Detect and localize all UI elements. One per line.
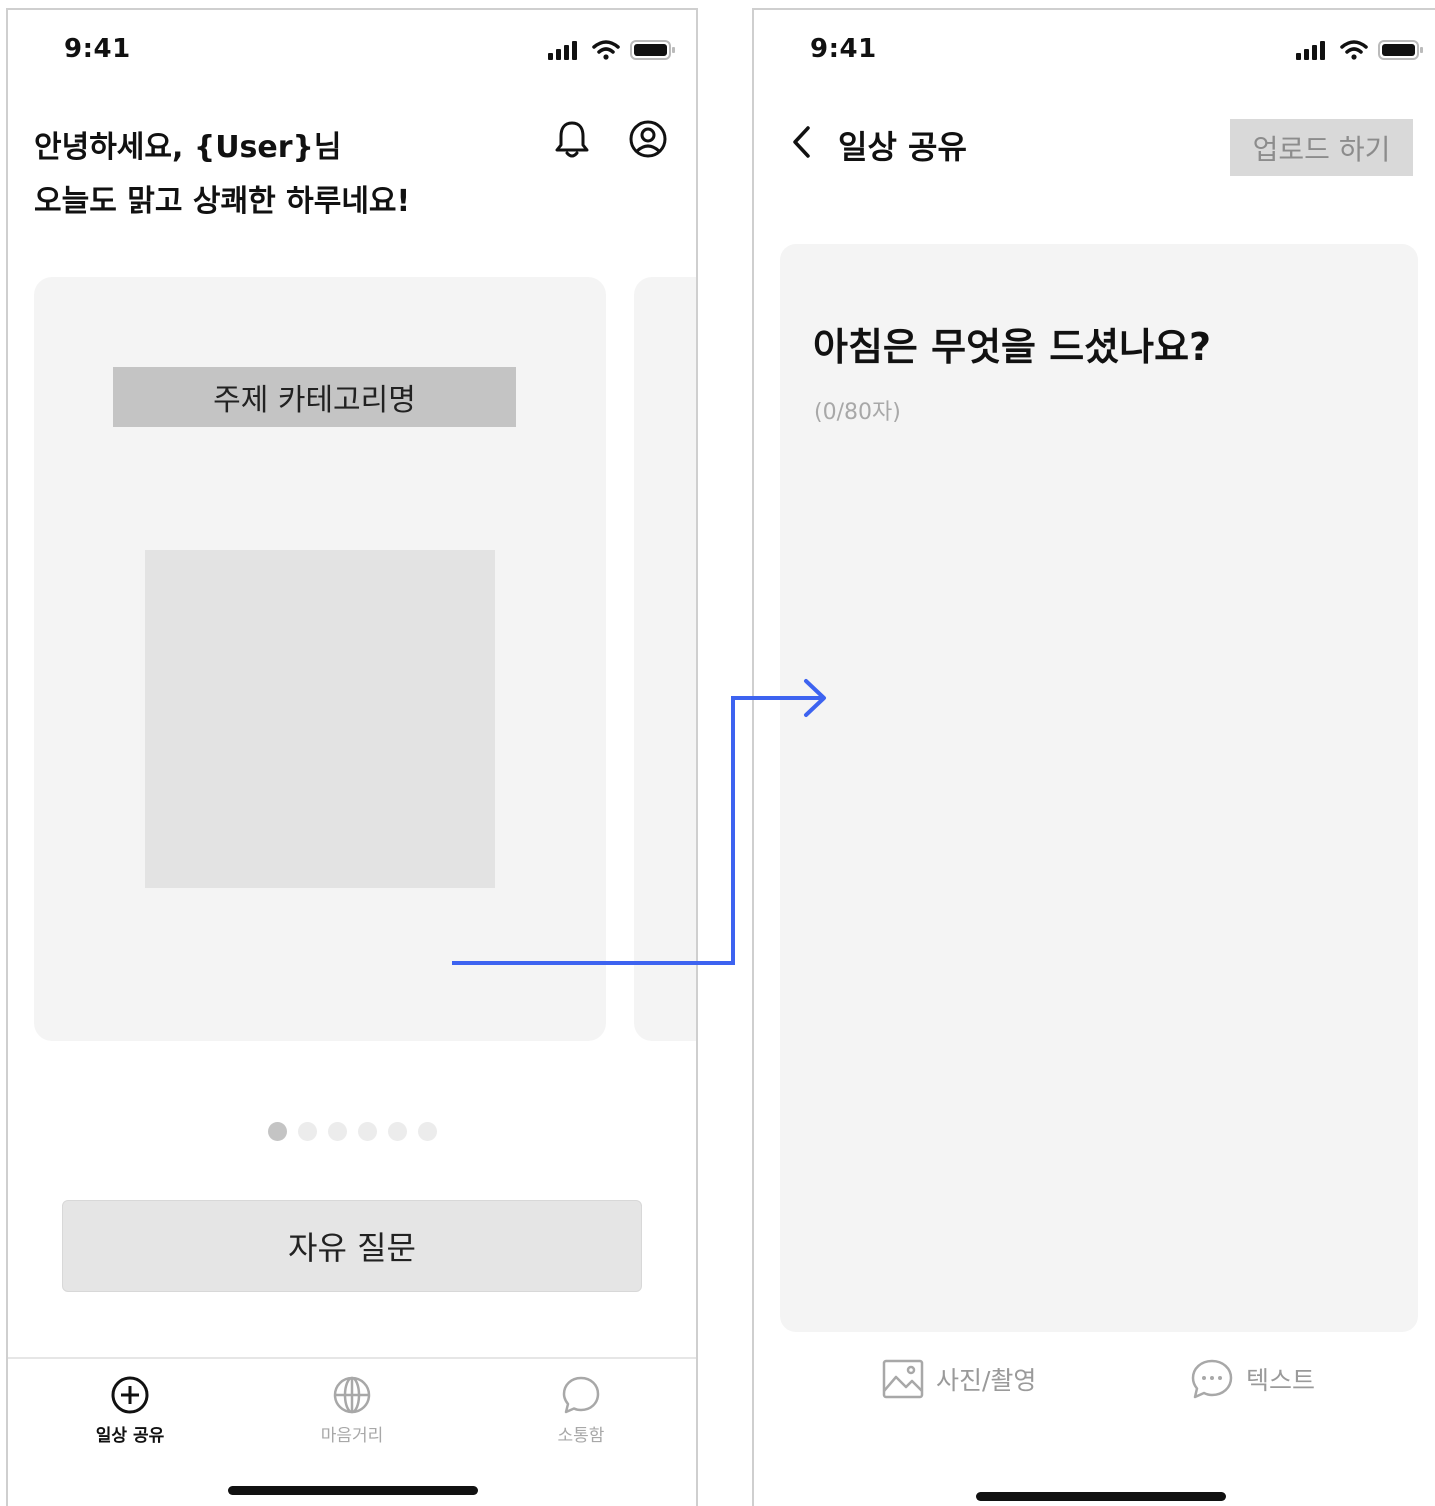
image-icon [882, 1359, 924, 1399]
status-time: 9:41 [64, 34, 131, 64]
next-topic-card[interactable] [634, 277, 696, 1041]
user-circle-icon [629, 120, 667, 158]
home-screen: 9:41 안녕하세요, {User}님 오늘도 맑고 상쾌한 하루네요! 주제 … [6, 8, 698, 1506]
chat-dots-icon [1191, 1359, 1233, 1399]
question-text: 아침은 무엇을 드셨나요? [813, 325, 1212, 369]
profile-button[interactable] [626, 117, 670, 161]
tab-mind-things[interactable]: 마음거리 [282, 1375, 422, 1446]
home-indicator [228, 1486, 478, 1495]
status-icons [548, 40, 676, 60]
cellular-signal-icon [548, 41, 577, 60]
topic-card[interactable]: 주제 카테고리명 [34, 277, 606, 1041]
text-input-button[interactable]: 텍스트 [1190, 1358, 1315, 1400]
wifi-icon [1340, 40, 1368, 60]
pagination-dot[interactable] [358, 1122, 377, 1141]
home-indicator [976, 1492, 1226, 1501]
plus-circle-icon [111, 1376, 149, 1414]
character-count: (0/80자) [814, 400, 901, 425]
topic-image-placeholder [145, 550, 495, 888]
pagination-dot[interactable] [388, 1122, 407, 1141]
greeting-line1: 안녕하세요, {User}님 [34, 130, 342, 165]
pagination-dot[interactable] [418, 1122, 437, 1141]
pagination-dot-active[interactable] [268, 1122, 287, 1141]
chat-bubble-icon [562, 1376, 600, 1414]
globe-icon [333, 1376, 371, 1414]
tab-label: 일상 공유 [95, 1426, 165, 1446]
pagination-dot[interactable] [328, 1122, 347, 1141]
carousel-pagination [268, 1122, 437, 1141]
topic-category: 주제 카테고리명 [113, 367, 516, 427]
photo-capture-button[interactable]: 사진/촬영 [882, 1358, 1036, 1400]
page-title: 일상 공유 [838, 128, 967, 166]
cellular-signal-icon [1296, 41, 1325, 60]
status-time: 9:41 [810, 34, 877, 64]
notification-button[interactable] [550, 117, 594, 161]
tool-label: 텍스트 [1246, 1366, 1316, 1395]
answer-input-area[interactable]: 아침은 무엇을 드셨나요? (0/80자) [780, 244, 1418, 1332]
daily-share-write-screen: 9:41 일상 공유 업로드 하기 아침은 무엇을 드셨나요? (0/80자) … [752, 8, 1435, 1506]
battery-icon [630, 40, 675, 60]
tab-label: 마음거리 [320, 1426, 384, 1446]
tab-label: 소통함 [557, 1426, 605, 1446]
tool-label: 사진/촬영 [936, 1366, 1037, 1395]
free-question-button[interactable]: 자유 질문 [62, 1200, 642, 1292]
upload-button[interactable]: 업로드 하기 [1230, 119, 1413, 176]
pagination-dot[interactable] [298, 1122, 317, 1141]
chevron-left-icon [793, 126, 810, 158]
bell-icon [555, 121, 589, 158]
battery-icon [1378, 40, 1423, 60]
back-button[interactable] [790, 124, 814, 160]
bottom-tab-bar: 일상 공유 마음거리 소통함 [8, 1357, 696, 1506]
tab-inbox[interactable]: 소통함 [511, 1375, 651, 1446]
greeting-line2: 오늘도 맑고 상쾌한 하루네요! [34, 184, 411, 219]
tab-daily-share[interactable]: 일상 공유 [60, 1375, 200, 1446]
wifi-icon [592, 40, 620, 60]
status-icons [1296, 40, 1424, 60]
